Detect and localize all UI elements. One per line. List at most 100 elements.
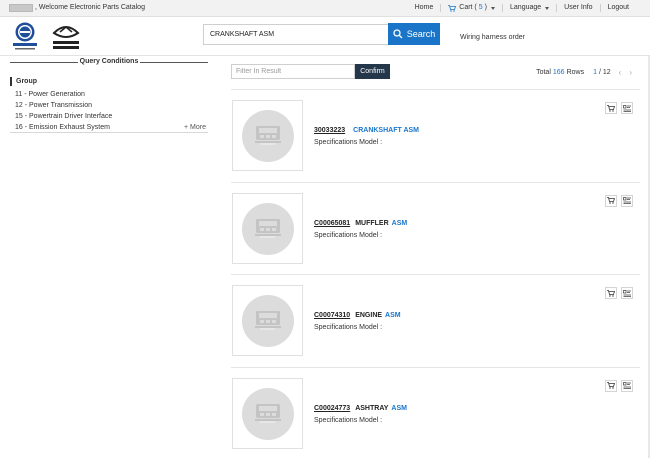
group-item[interactable]: 15 - Powertrain Driver Interface bbox=[10, 111, 208, 122]
details-button[interactable] bbox=[621, 194, 633, 207]
search-icon bbox=[393, 29, 403, 39]
part-name-suffix[interactable]: CRANKSHAFT ASM bbox=[353, 127, 419, 134]
no-image-icon bbox=[242, 110, 294, 162]
results-list: ▭▭▭▭ 30033223 CRANKSHAFT ASM Specificatio… bbox=[231, 89, 640, 458]
part-image-placeholder[interactable]: ▭▭▭▭ bbox=[232, 377, 303, 449]
add-to-cart-button[interactable] bbox=[605, 379, 617, 392]
cart-label-close: ) bbox=[484, 4, 488, 11]
cart-count: 5 bbox=[478, 4, 483, 11]
wiring-harness-link[interactable]: Wiring harness order bbox=[460, 34, 525, 41]
part-number-link[interactable]: 30033223 bbox=[314, 127, 345, 134]
search-button[interactable]: Search bbox=[388, 23, 440, 45]
top-bar: , Welcome Electronic Parts Catalog Home … bbox=[0, 0, 650, 17]
language-label: Language bbox=[510, 4, 542, 11]
list-item: ▭▭▭▭ C00074310 ENGINE ASM Specifications M… bbox=[231, 274, 640, 367]
rows-label: Rows bbox=[566, 69, 585, 76]
part-image-placeholder[interactable]: ▭▭▭▭ bbox=[232, 192, 303, 264]
specifications-model: Specifications Model : bbox=[314, 324, 383, 331]
add-to-cart-button[interactable] bbox=[605, 287, 617, 299]
username-field bbox=[9, 4, 33, 12]
group-item[interactable]: 11 - Power Generation bbox=[10, 89, 208, 100]
page-indicator: 1 / 12 bbox=[593, 69, 611, 76]
part-name: ASHTRAY bbox=[355, 404, 389, 412]
part-number-link[interactable]: C00024773 bbox=[314, 405, 350, 412]
details-button[interactable] bbox=[621, 102, 633, 114]
language-dropdown[interactable]: Language bbox=[502, 4, 556, 12]
top-nav: Home Cart (5) Language User Info Logout bbox=[408, 4, 636, 12]
part-name: MUFFLER bbox=[355, 219, 389, 227]
part-title: C00065081 MUFFLER ASM bbox=[314, 220, 407, 227]
cart-icon bbox=[607, 289, 615, 297]
specifications-model: Specifications Model : bbox=[314, 139, 383, 146]
list-detail-icon bbox=[623, 104, 631, 112]
part-title: 30033223 CRANKSHAFT ASM bbox=[314, 127, 419, 134]
total-count: 166 bbox=[552, 69, 565, 76]
chevron-down-icon bbox=[491, 6, 496, 10]
part-number-link[interactable]: C00074310 bbox=[314, 312, 350, 319]
total-label: Total bbox=[536, 69, 551, 76]
no-image-caption: ▭▭▭▭ bbox=[259, 326, 276, 331]
part-image-placeholder[interactable]: ▭▭▭▭ bbox=[232, 100, 303, 171]
prev-page-icon[interactable]: ‹ bbox=[619, 68, 622, 77]
list-detail-icon bbox=[623, 382, 631, 389]
confirm-button[interactable]: Confirm bbox=[355, 64, 390, 79]
pagination: Total 166 Rows 1 / 12 ‹ › bbox=[536, 68, 632, 77]
row-actions bbox=[601, 194, 633, 207]
details-button[interactable] bbox=[621, 287, 633, 299]
total-pages: 12 bbox=[602, 69, 611, 76]
specifications-model: Specifications Model : bbox=[314, 416, 383, 424]
search-input[interactable] bbox=[203, 24, 389, 45]
part-name-suffix[interactable]: ASM bbox=[385, 312, 401, 319]
list-item: ▭▭▭▭ C00065081 MUFFLER ASM Specifications … bbox=[231, 181, 640, 275]
part-name-suffix[interactable]: ASM bbox=[392, 220, 408, 227]
group-heading: Group bbox=[10, 77, 208, 86]
user-info-link[interactable]: User Info bbox=[556, 4, 599, 12]
row-actions bbox=[601, 102, 633, 114]
cart-label: Cart ( bbox=[459, 4, 477, 11]
saic-logo bbox=[13, 22, 37, 50]
group-list: 11 - Power Generation 12 - Power Transmi… bbox=[10, 89, 208, 133]
next-page-icon[interactable]: › bbox=[629, 68, 632, 77]
maxus-logo bbox=[52, 26, 80, 49]
list-item: ▭▭▭▭ 30033223 CRANKSHAFT ASM Specificatio… bbox=[231, 89, 640, 182]
filter-input[interactable] bbox=[231, 64, 355, 79]
part-image-placeholder[interactable]: ▭▭▭▭ bbox=[232, 285, 303, 356]
group-item[interactable]: 12 - Power Transmission bbox=[10, 100, 208, 111]
list-detail-icon bbox=[623, 289, 631, 297]
page-separator: / bbox=[598, 69, 601, 76]
no-image-icon bbox=[242, 202, 294, 255]
welcome-text: , Welcome Electronic Parts Catalog bbox=[35, 4, 145, 11]
current-page: 1 bbox=[593, 69, 597, 76]
no-image-icon bbox=[242, 295, 294, 347]
search-button-label: Search bbox=[406, 29, 436, 39]
no-image-caption: ▭▭▭▭ bbox=[259, 141, 276, 146]
row-actions bbox=[601, 379, 633, 392]
logout-link[interactable]: Logout bbox=[599, 4, 636, 12]
part-title: C00074310 ENGINE ASM bbox=[314, 312, 401, 319]
add-to-cart-button[interactable] bbox=[605, 102, 617, 114]
part-name-suffix[interactable]: ASM bbox=[391, 405, 407, 412]
chevron-down-icon bbox=[545, 6, 550, 10]
group-item-row: 16 - Emission Exhaust System + More bbox=[10, 122, 208, 133]
query-conditions-panel: Query Conditions Group 11 - Power Genera… bbox=[10, 56, 208, 133]
more-button[interactable]: + More bbox=[184, 122, 206, 132]
cart-icon bbox=[607, 104, 615, 112]
no-image-icon bbox=[242, 387, 294, 440]
part-title: C00024773 ASHTRAY ASM bbox=[314, 405, 407, 412]
no-image-caption: ▭▭▭▭ bbox=[259, 418, 276, 424]
cart-link[interactable]: Cart (5) bbox=[440, 4, 502, 12]
add-to-cart-button[interactable] bbox=[605, 194, 617, 207]
cart-icon bbox=[448, 4, 457, 12]
cart-icon bbox=[607, 197, 615, 204]
list-detail-icon bbox=[623, 197, 631, 204]
group-item[interactable]: 16 - Emission Exhaust System bbox=[15, 122, 110, 132]
row-actions bbox=[601, 287, 633, 299]
part-number-link[interactable]: C00065081 bbox=[314, 220, 350, 227]
header: Search Wiring harness order bbox=[0, 17, 650, 56]
specifications-model: Specifications Model : bbox=[314, 231, 383, 239]
no-image-caption: ▭▭▭▭ bbox=[259, 233, 276, 239]
query-conditions-title: Query Conditions bbox=[10, 56, 208, 69]
details-button[interactable] bbox=[621, 379, 633, 392]
cart-icon bbox=[607, 382, 615, 389]
home-link[interactable]: Home bbox=[408, 4, 441, 12]
